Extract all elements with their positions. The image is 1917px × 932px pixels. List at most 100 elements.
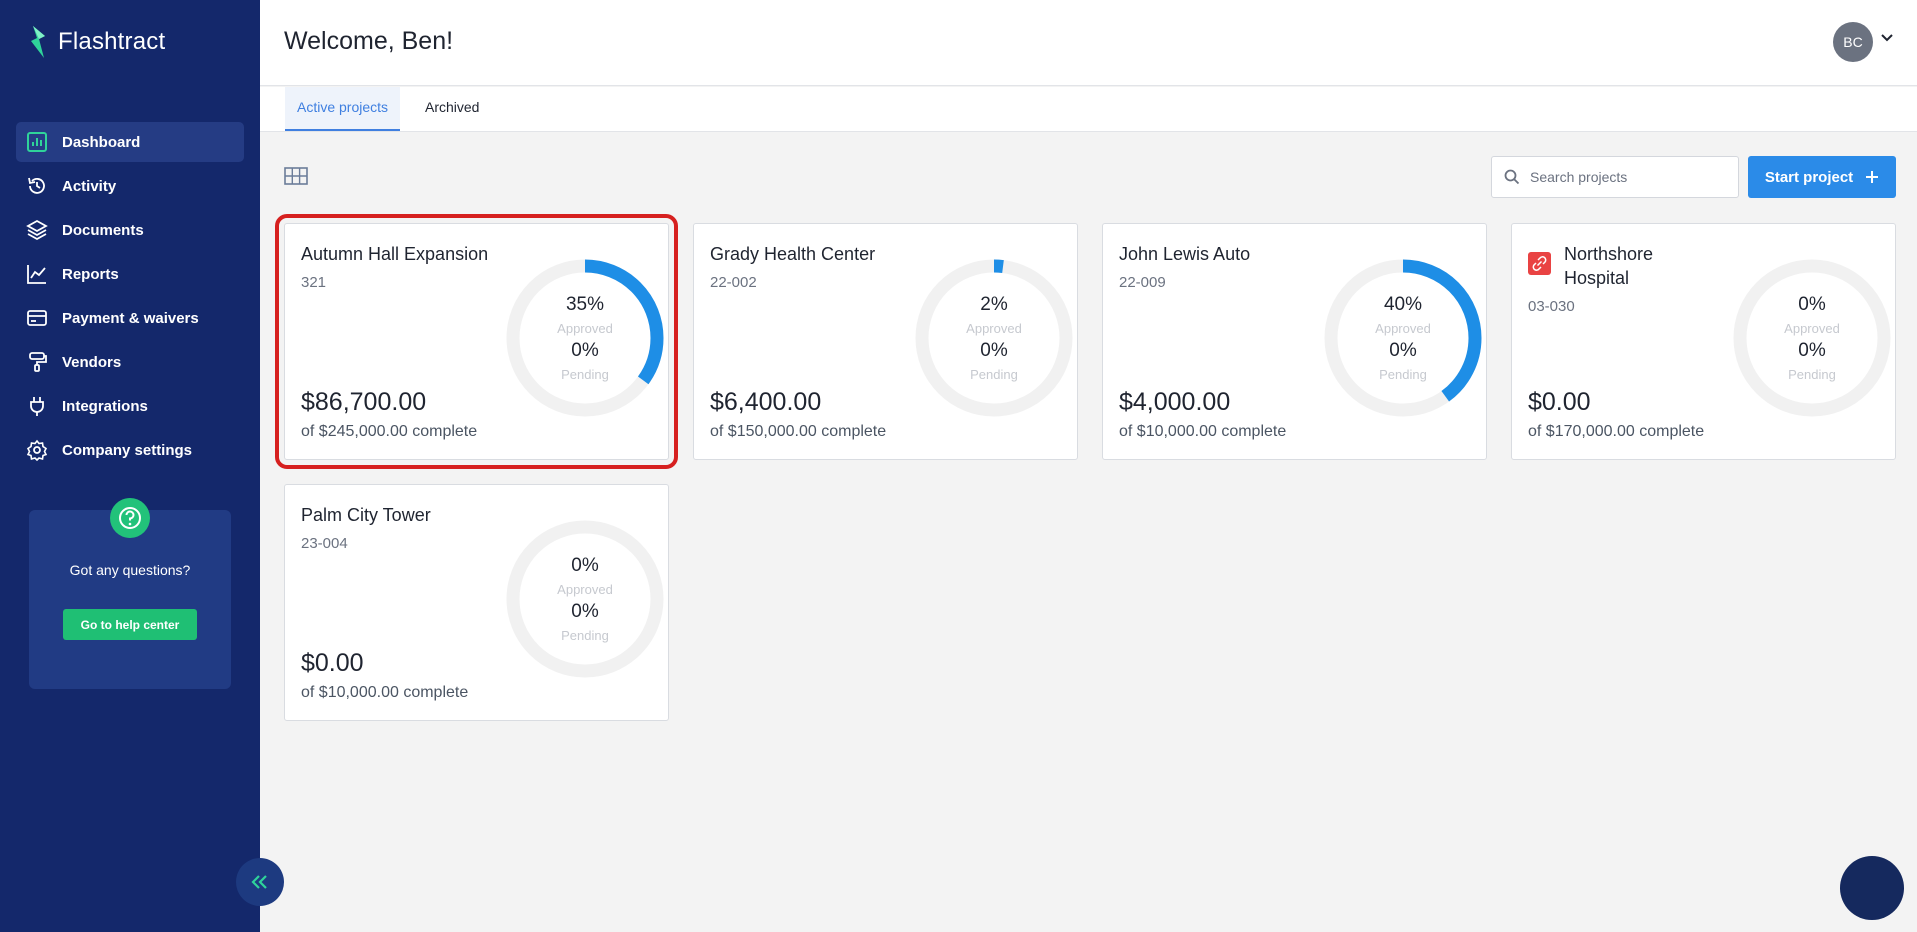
- project-card-northshore[interactable]: Northshore Hospital 03-030 0% Approved 0…: [1511, 223, 1896, 460]
- sidebar-item-activity[interactable]: Activity: [16, 166, 244, 206]
- project-name: John Lewis Auto: [1119, 244, 1251, 264]
- pending-label: Pending: [561, 628, 609, 643]
- sidebar-item-label: Reports: [62, 265, 119, 283]
- sidebar-nav: Dashboard Activity Documents Reports Pay…: [16, 122, 244, 474]
- project-total: of $10,000.00 complete: [301, 684, 469, 701]
- sidebar-item-payment-waivers[interactable]: Payment & waivers: [16, 298, 244, 338]
- pending-label: Pending: [1788, 367, 1836, 382]
- sidebar-item-reports[interactable]: Reports: [16, 254, 244, 294]
- brush-icon: [29, 352, 47, 372]
- project-code: 03-030: [1528, 298, 1575, 315]
- collapse-sidebar-button[interactable]: [236, 858, 284, 906]
- pending-label: Pending: [1379, 367, 1427, 382]
- project-total: of $150,000.00 complete: [710, 423, 887, 440]
- search-icon: [1504, 169, 1520, 185]
- credit-card-icon: [27, 310, 47, 326]
- plug-icon: [30, 397, 44, 416]
- pending-percent: 0%: [571, 601, 599, 622]
- progress-donut: [1324, 259, 1482, 417]
- approved-label: Approved: [966, 321, 1022, 336]
- project-code: 22-009: [1119, 274, 1166, 291]
- help-panel: Got any questions? Go to help center: [29, 498, 231, 689]
- pending-percent: 0%: [1389, 340, 1417, 361]
- bolt-logo-icon: [31, 26, 45, 58]
- sidebar-item-documents[interactable]: Documents: [16, 210, 244, 250]
- project-name: Grady Health Center: [710, 244, 876, 264]
- chart-bar-icon: [27, 132, 47, 152]
- project-amount: $0.00: [1528, 388, 1591, 416]
- approved-label: Approved: [1784, 321, 1840, 336]
- progress-donut: [506, 259, 664, 417]
- approved-label: Approved: [557, 582, 613, 597]
- approved-label: Approved: [557, 321, 613, 336]
- avatar[interactable]: BC: [1833, 22, 1873, 62]
- project-code: 22-002: [710, 274, 757, 291]
- plus-icon: [1866, 171, 1879, 183]
- sidebar-item-company-settings[interactable]: Company settings: [16, 430, 244, 470]
- pending-percent: 0%: [980, 340, 1008, 361]
- project-card-palm-city[interactable]: Palm City Tower 23-004 0% Approved 0% Pe…: [284, 484, 669, 721]
- help-center-button[interactable]: Go to help center: [63, 609, 197, 640]
- chat-launcher-button[interactable]: [1840, 856, 1904, 920]
- approved-percent: 35%: [565, 294, 605, 315]
- sidebar-item-vendors[interactable]: Vendors: [16, 342, 244, 382]
- project-amount: $86,700.00: [301, 388, 427, 416]
- tab-active-projects[interactable]: Active projects: [285, 87, 401, 131]
- project-name: Northshore Hospital: [1564, 244, 1654, 288]
- sidebar-item-label: Dashboard: [62, 133, 141, 151]
- brand[interactable]: Flashtract: [28, 26, 165, 58]
- progress-donut: [1733, 259, 1891, 417]
- search-box: [1491, 156, 1739, 198]
- approved-percent: 0%: [571, 555, 599, 576]
- gear-icon: [26, 439, 48, 461]
- start-project-label: Start project: [1764, 168, 1854, 186]
- help-text: Got any questions?: [69, 562, 191, 578]
- approved-percent: 2%: [980, 294, 1008, 315]
- project-amount: $0.00: [301, 649, 364, 677]
- project-card-john-lewis[interactable]: John Lewis Auto 22-009 40% Approved 0% P…: [1102, 223, 1487, 460]
- project-total: of $170,000.00 complete: [1528, 423, 1705, 440]
- project-amount: $6,400.00: [710, 388, 822, 416]
- sidebar-item-label: Payment & waivers: [62, 309, 199, 327]
- project-code: 321: [301, 274, 327, 291]
- project-card-grady-health[interactable]: Grady Health Center 22-002 2% Approved 0…: [693, 223, 1078, 460]
- pending-label: Pending: [970, 367, 1018, 382]
- sidebar: Flashtract Dashboard Activity Documents …: [0, 0, 260, 932]
- approved-percent: 40%: [1383, 294, 1423, 315]
- pending-label: Pending: [561, 367, 609, 382]
- layers-icon: [26, 219, 48, 241]
- sidebar-item-label: Documents: [62, 221, 144, 239]
- sidebar-item-label: Company settings: [62, 441, 193, 459]
- unlink-icon: [1528, 252, 1551, 275]
- sidebar-item-dashboard[interactable]: Dashboard: [16, 122, 244, 162]
- project-total: of $245,000.00 complete: [301, 423, 478, 440]
- grid-view-icon[interactable]: [284, 167, 308, 185]
- brand-name: Flashtract: [58, 28, 166, 55]
- chevrons-left-icon: [251, 875, 267, 889]
- sidebar-item-label: Vendors: [62, 353, 122, 371]
- top-header: Welcome, Ben! BC: [260, 0, 1917, 86]
- sidebar-item-label: Integrations: [62, 397, 148, 415]
- project-total: of $10,000.00 complete: [1119, 423, 1287, 440]
- sidebar-item-integrations[interactable]: Integrations: [16, 386, 244, 426]
- history-icon: [28, 177, 45, 194]
- project-name: Autumn Hall Expansion: [301, 244, 489, 264]
- pending-percent: 0%: [1798, 340, 1826, 361]
- tab-archived[interactable]: Archived: [413, 87, 491, 131]
- project-code: 23-004: [301, 535, 348, 552]
- project-name: Palm City Tower: [301, 505, 431, 525]
- search-input[interactable]: [1530, 169, 1730, 185]
- tabs-bar: Active projects Archived: [260, 87, 1917, 132]
- approved-percent: 0%: [1798, 294, 1826, 315]
- sidebar-item-label: Activity: [62, 177, 117, 195]
- approved-label: Approved: [1375, 321, 1431, 336]
- question-circle-icon: [110, 498, 150, 538]
- start-project-button[interactable]: Start project: [1748, 156, 1896, 198]
- pending-percent: 0%: [571, 340, 599, 361]
- page-title: Welcome, Ben!: [284, 27, 454, 55]
- project-card-autumn-hall[interactable]: Autumn Hall Expansion 321 35% Approved 0…: [275, 214, 678, 469]
- chevron-down-icon[interactable]: [1880, 33, 1894, 43]
- progress-donut: [915, 259, 1073, 417]
- project-amount: $4,000.00: [1119, 388, 1231, 416]
- line-chart-icon: [27, 265, 46, 284]
